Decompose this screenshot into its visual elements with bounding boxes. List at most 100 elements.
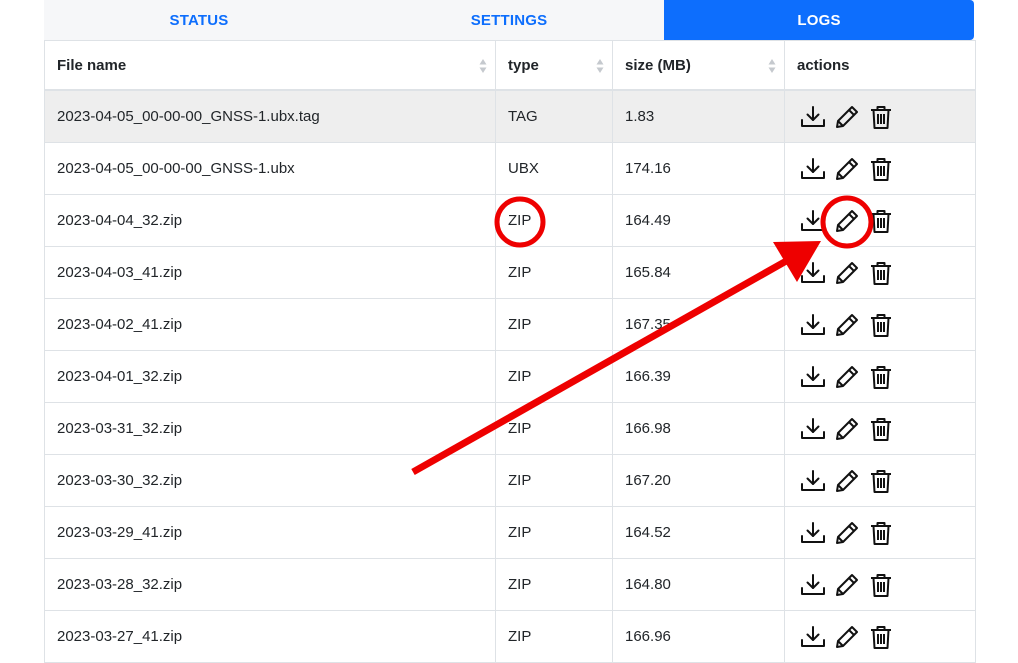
row-actions <box>797 519 895 547</box>
pencil-icon <box>836 157 858 180</box>
delete-button[interactable] <box>867 415 895 443</box>
file-type-cell: ZIP <box>496 507 613 558</box>
tab-settings[interactable]: SETTINGS <box>354 0 664 40</box>
row-actions <box>797 467 895 495</box>
delete-button[interactable] <box>867 571 895 599</box>
file-name-cell: 2023-04-05_00-00-00_GNSS-1.ubx.tag <box>45 91 496 142</box>
download-icon <box>801 209 825 231</box>
pencil-icon <box>836 105 858 128</box>
download-icon <box>801 313 825 335</box>
pencil-icon <box>836 417 858 440</box>
download-button[interactable] <box>799 259 827 287</box>
file-size-cell: 166.96 <box>613 611 785 662</box>
download-button[interactable] <box>799 571 827 599</box>
table-row[interactable]: 2023-03-28_32.zip ZIP 164.80 <box>45 559 975 611</box>
download-button[interactable] <box>799 363 827 391</box>
row-actions <box>797 363 895 391</box>
sort-icon[interactable] <box>768 58 776 74</box>
actions-cell <box>785 143 973 194</box>
file-size-cell: 167.20 <box>613 455 785 506</box>
tab-bar: STATUS SETTINGS LOGS <box>44 0 974 40</box>
edit-button[interactable] <box>833 155 861 183</box>
trash-icon <box>871 365 891 389</box>
edit-button[interactable] <box>833 519 861 547</box>
pencil-icon <box>836 365 858 388</box>
edit-button[interactable] <box>833 311 861 339</box>
column-header-file-name[interactable]: File name <box>45 41 496 89</box>
column-header-label: actions <box>797 56 850 74</box>
table-row[interactable]: 2023-04-05_00-00-00_GNSS-1.ubx.tag TAG 1.8… <box>45 91 975 143</box>
edit-button[interactable] <box>833 103 861 131</box>
download-icon <box>801 261 825 283</box>
column-header-label: size (MB) <box>625 56 691 74</box>
table-row[interactable]: 2023-03-31_32.zip ZIP 166.98 <box>45 403 975 455</box>
pencil-icon <box>836 625 858 648</box>
file-type-cell: ZIP <box>496 247 613 298</box>
delete-button[interactable] <box>867 467 895 495</box>
column-header-actions: actions <box>785 41 973 89</box>
logs-table: File name type size (MB) actions 2023-04… <box>44 40 976 663</box>
download-icon <box>801 105 825 127</box>
table-row[interactable]: 2023-04-01_32.zip ZIP 166.39 <box>45 351 975 403</box>
tab-status[interactable]: STATUS <box>44 0 354 40</box>
edit-button[interactable] <box>833 259 861 287</box>
download-button[interactable] <box>799 207 827 235</box>
edit-button[interactable] <box>833 363 861 391</box>
actions-cell <box>785 299 973 350</box>
row-actions <box>797 623 895 651</box>
delete-button[interactable] <box>867 311 895 339</box>
file-size-cell: 164.80 <box>613 559 785 610</box>
file-size-cell: 164.52 <box>613 507 785 558</box>
trash-icon <box>871 469 891 493</box>
delete-button[interactable] <box>867 103 895 131</box>
download-button[interactable] <box>799 623 827 651</box>
delete-button[interactable] <box>867 623 895 651</box>
download-button[interactable] <box>799 155 827 183</box>
file-size-cell: 166.98 <box>613 403 785 454</box>
trash-icon <box>871 573 891 597</box>
table-row[interactable]: 2023-04-02_41.zip ZIP 167.35 <box>45 299 975 351</box>
tab-logs[interactable]: LOGS <box>664 0 974 40</box>
file-name-cell: 2023-03-28_32.zip <box>45 559 496 610</box>
download-icon <box>801 573 825 595</box>
column-header-size[interactable]: size (MB) <box>613 41 785 89</box>
pencil-icon <box>836 209 858 232</box>
column-header-label: File name <box>57 56 127 74</box>
delete-button[interactable] <box>867 519 895 547</box>
delete-button[interactable] <box>867 207 895 235</box>
table-row[interactable]: 2023-04-03_41.zip ZIP 165.84 <box>45 247 975 299</box>
download-button[interactable] <box>799 415 827 443</box>
file-type-cell: ZIP <box>496 611 613 662</box>
table-row[interactable]: 2023-03-29_41.zip ZIP 164.52 <box>45 507 975 559</box>
edit-button[interactable] <box>833 571 861 599</box>
download-button[interactable] <box>799 311 827 339</box>
download-icon <box>801 365 825 387</box>
download-button[interactable] <box>799 519 827 547</box>
table-row[interactable]: 2023-04-05_00-00-00_GNSS-1.ubx UBX 174.16 <box>45 143 975 195</box>
table-row[interactable]: 2023-03-27_41.zip ZIP 166.96 <box>45 611 975 663</box>
delete-button[interactable] <box>867 259 895 287</box>
sort-icon[interactable] <box>596 58 604 74</box>
delete-button[interactable] <box>867 363 895 391</box>
table-row[interactable]: 2023-03-30_32.zip ZIP 167.20 <box>45 455 975 507</box>
table-header: File name type size (MB) actions <box>45 40 975 91</box>
file-type-cell: ZIP <box>496 299 613 350</box>
file-name-cell: 2023-03-31_32.zip <box>45 403 496 454</box>
edit-button[interactable] <box>833 415 861 443</box>
column-header-type[interactable]: type <box>496 41 613 89</box>
file-name-cell: 2023-04-02_41.zip <box>45 299 496 350</box>
edit-button[interactable] <box>833 467 861 495</box>
actions-cell <box>785 351 973 402</box>
pencil-icon <box>836 261 858 284</box>
actions-cell <box>785 91 973 142</box>
edit-button[interactable] <box>833 623 861 651</box>
delete-button[interactable] <box>867 155 895 183</box>
file-size-cell: 165.84 <box>613 247 785 298</box>
edit-button[interactable] <box>833 207 861 235</box>
download-button[interactable] <box>799 103 827 131</box>
table-row[interactable]: 2023-04-04_32.zip ZIP 164.49 <box>45 195 975 247</box>
row-actions <box>797 311 895 339</box>
sort-icon[interactable] <box>479 58 487 74</box>
download-button[interactable] <box>799 467 827 495</box>
column-header-label: type <box>508 56 539 74</box>
